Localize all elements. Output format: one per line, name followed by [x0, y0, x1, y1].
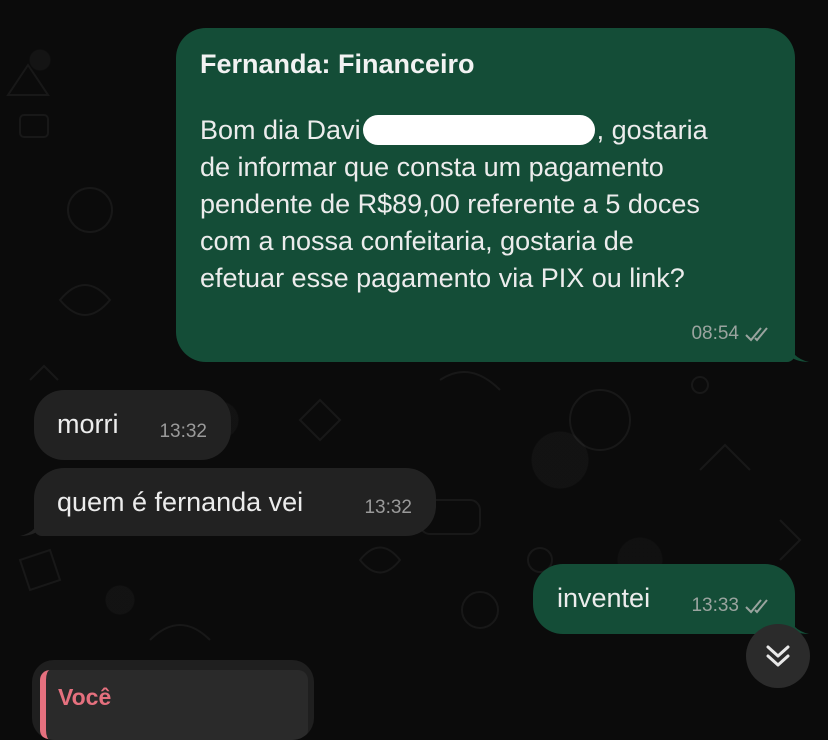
message-text: inventei — [557, 583, 651, 613]
message-line: de informar que consta um pagamento — [200, 152, 664, 182]
message-meta: 13:32 — [364, 489, 412, 526]
double-check-icon — [745, 598, 768, 613]
message-text: Bom dia Davi — [200, 115, 361, 145]
redaction-mark — [362, 115, 595, 145]
message-time: 13:32 — [364, 497, 412, 518]
message-sender-title: Fernanda: Financeiro — [200, 49, 475, 79]
quoted-author: Você — [58, 684, 112, 710]
message-meta: 13:33 — [691, 587, 771, 624]
message-line: pendente de R$89,00 referente a 5 doces — [200, 189, 700, 219]
message-time: 13:32 — [159, 421, 207, 442]
message-meta: 08:54 — [691, 315, 771, 352]
message-bubble-incoming[interactable]: quem é fernanda vei 13:32 — [34, 468, 436, 536]
message-line: efetuar esse pagamento via PIX ou link? — [200, 263, 685, 293]
reply-message-bubble[interactable]: Você — [32, 660, 314, 740]
message-text: quem é fernanda vei — [57, 487, 304, 517]
scroll-to-bottom-button[interactable] — [746, 624, 810, 688]
message-time: 13:33 — [691, 595, 739, 616]
message-bubble-outgoing[interactable]: inventei 13:33 — [533, 564, 795, 634]
bubble-tail — [787, 340, 809, 362]
message-line: Bom dia Davi , gostaria — [200, 112, 771, 149]
bubble-tail — [20, 514, 42, 536]
message-meta: 13:32 — [159, 413, 207, 450]
double-check-icon — [745, 326, 768, 341]
message-text: morri — [57, 409, 119, 439]
message-bubble-outgoing[interactable]: Fernanda: Financeiro Bom dia Davi , gosta… — [176, 28, 795, 362]
chevron-double-down-icon — [766, 645, 790, 667]
message-line: com a nossa confeitaria, gostaria de — [200, 226, 634, 256]
message-text: , gostaria — [596, 115, 708, 145]
message-bubble-incoming[interactable]: morri 13:32 — [34, 390, 231, 460]
message-time: 08:54 — [691, 323, 739, 344]
